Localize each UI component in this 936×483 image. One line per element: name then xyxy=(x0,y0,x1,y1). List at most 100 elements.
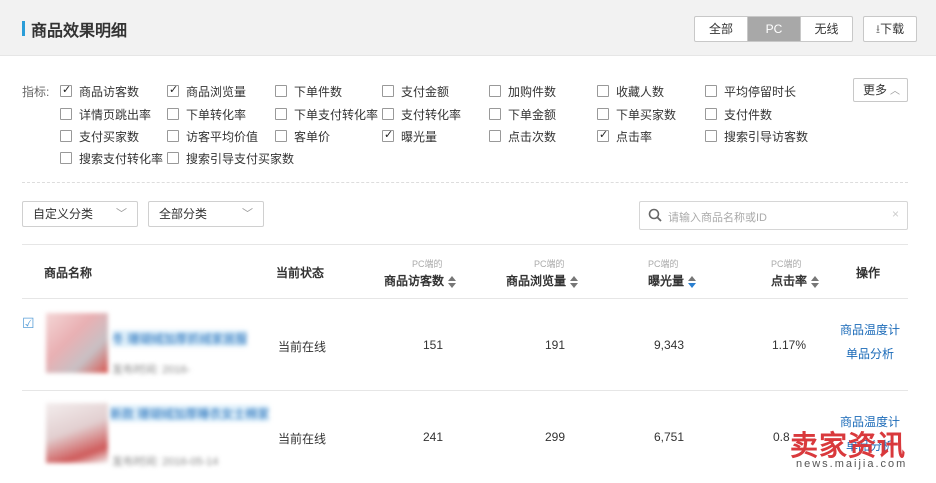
product-search-input[interactable]: 请输入商品名称或ID × xyxy=(639,201,908,230)
checkbox-unchecked-icon[interactable] xyxy=(60,108,72,120)
search-icon xyxy=(648,208,662,222)
metric-checkbox[interactable]: 收藏人数 xyxy=(597,83,664,99)
metric-checkbox[interactable]: 客单价 xyxy=(275,128,330,144)
metric-label: 支付买家数 xyxy=(79,129,140,144)
clear-icon[interactable]: × xyxy=(892,207,899,221)
ctr-value: 1.17% xyxy=(771,338,806,352)
search-placeholder: 请输入商品名称或ID xyxy=(668,212,767,224)
table-row: 新款 珊瑚绒加厚睡衣女士棉家 发布时间: 2016-05-14 当前在线 241… xyxy=(22,391,908,483)
views-value: 299 xyxy=(544,430,565,444)
metrics-label: 指标: xyxy=(22,85,50,99)
col-action: 操作 xyxy=(856,266,881,280)
divider xyxy=(22,182,908,183)
sort-icon[interactable] xyxy=(448,275,457,288)
metric-label: 支付件数 xyxy=(724,107,773,122)
chevron-down-icon: ﹀ xyxy=(242,208,253,220)
metric-checkbox[interactable]: 下单买家数 xyxy=(597,106,676,122)
metric-checkbox[interactable]: 平均停留时长 xyxy=(705,83,796,99)
checkbox-unchecked-icon[interactable] xyxy=(597,85,609,97)
metric-checkbox[interactable]: 曝光量 xyxy=(382,128,437,144)
metric-checkbox[interactable]: 下单件数 xyxy=(275,83,342,99)
col-ctr[interactable]: PC端的 点击率 xyxy=(771,257,820,289)
sort-icon[interactable] xyxy=(811,275,820,288)
checkbox-unchecked-icon[interactable] xyxy=(489,85,501,97)
metric-checkbox[interactable]: 支付买家数 xyxy=(60,128,139,144)
checkbox-unchecked-icon[interactable] xyxy=(705,108,717,120)
checkbox-checked-icon[interactable] xyxy=(60,83,72,97)
metric-label: 搜索引导支付买家数 xyxy=(186,151,295,166)
col-product-name: 商品名称 xyxy=(44,266,93,280)
metric-checkbox[interactable]: 访客平均价值 xyxy=(167,128,258,144)
metric-checkbox[interactable]: 下单转化率 xyxy=(167,106,246,122)
checkbox-unchecked-icon[interactable] xyxy=(167,108,179,120)
metric-checkbox[interactable]: 下单金额 xyxy=(489,106,556,122)
checkbox-unchecked-icon[interactable] xyxy=(275,85,287,97)
download-button[interactable]: ⭳下载 xyxy=(863,16,917,42)
selected-check-icon[interactable]: ☑ xyxy=(22,315,35,332)
col-visitors[interactable]: PC端的 商品访客数 xyxy=(384,257,457,289)
metric-label: 收藏人数 xyxy=(616,84,665,99)
all-category-dropdown[interactable]: 全部分类 ﹀ xyxy=(148,201,264,227)
metric-checkbox[interactable]: 详情页跳出率 xyxy=(60,106,151,122)
more-metrics-button[interactable]: 更多 ︿ xyxy=(853,78,908,102)
sort-icon[interactable] xyxy=(688,275,697,288)
checkbox-unchecked-icon[interactable] xyxy=(275,108,287,120)
metric-checkbox[interactable]: 下单支付转化率 xyxy=(275,106,378,122)
col-status: 当前状态 xyxy=(276,266,325,280)
metric-checkbox[interactable]: 搜索支付转化率 xyxy=(60,150,163,166)
metric-label: 下单件数 xyxy=(294,84,343,99)
title-accent-bar xyxy=(22,21,25,36)
checkbox-unchecked-icon[interactable] xyxy=(382,85,394,97)
metric-checkbox[interactable]: 点击次数 xyxy=(489,128,556,144)
metric-checkbox[interactable]: 支付金额 xyxy=(382,83,449,99)
checkbox-checked-icon[interactable] xyxy=(167,83,179,97)
metric-checkbox[interactable]: 搜索引导支付买家数 xyxy=(167,150,294,166)
metric-checkbox[interactable]: 商品浏览量 xyxy=(167,83,246,99)
metric-label: 商品访客数 xyxy=(79,84,140,99)
table-row: ☑ 冬 珊瑚绒加厚抓绒家居服 发布时间: 2016- 当前在线 151 191 … xyxy=(22,299,908,391)
custom-category-dropdown[interactable]: 自定义分类 ﹀ xyxy=(22,201,138,227)
metric-label: 平均停留时长 xyxy=(724,84,797,99)
watermark-url: news.maijia.com xyxy=(796,458,908,470)
checkbox-unchecked-icon[interactable] xyxy=(60,152,72,164)
section-header: 商品效果明细 全部 PC 无线 ⭳下载 xyxy=(0,0,936,56)
metric-checkbox[interactable]: 商品访客数 xyxy=(60,83,139,99)
status-text: 当前在线 xyxy=(278,432,327,446)
segment-all[interactable]: 全部 xyxy=(695,17,747,41)
chevron-down-icon: ﹀ xyxy=(116,208,127,220)
metric-checkbox[interactable]: 支付件数 xyxy=(705,106,772,122)
col-exposure[interactable]: PC端的 曝光量 xyxy=(648,257,697,289)
checkbox-unchecked-icon[interactable] xyxy=(705,130,717,142)
checkbox-unchecked-icon[interactable] xyxy=(167,130,179,142)
checkbox-unchecked-icon[interactable] xyxy=(382,108,394,120)
checkbox-unchecked-icon[interactable] xyxy=(167,152,179,164)
metric-label: 访客平均价值 xyxy=(186,129,259,144)
visitors-value: 241 xyxy=(422,430,443,444)
exposure-value: 9,343 xyxy=(653,338,684,352)
product-title-link[interactable]: 冬 珊瑚绒加厚抓绒家居服 xyxy=(112,330,248,347)
checkbox-checked-icon[interactable] xyxy=(382,128,394,142)
sort-icon[interactable] xyxy=(570,275,579,288)
metric-checkbox[interactable]: 搜索引导访客数 xyxy=(705,128,808,144)
product-thermometer-link[interactable]: 商品温度计 xyxy=(840,321,900,338)
checkbox-unchecked-icon[interactable] xyxy=(489,108,501,120)
segment-pc[interactable]: PC xyxy=(747,17,800,41)
checkbox-unchecked-icon[interactable] xyxy=(705,85,717,97)
metric-checkbox[interactable]: 点击率 xyxy=(597,128,652,144)
checkbox-unchecked-icon[interactable] xyxy=(489,130,501,142)
metric-label: 曝光量 xyxy=(401,129,438,144)
checkbox-unchecked-icon[interactable] xyxy=(597,108,609,120)
metric-label: 点击次数 xyxy=(508,129,557,144)
checkbox-checked-icon[interactable] xyxy=(597,128,609,142)
product-title-link[interactable]: 新款 珊瑚绒加厚睡衣女士棉家 xyxy=(110,405,270,422)
product-thumbnail[interactable] xyxy=(46,313,108,373)
metric-checkbox[interactable]: 加购件数 xyxy=(489,83,556,99)
col-views[interactable]: PC端的 商品浏览量 xyxy=(506,257,579,289)
metric-checkbox[interactable]: 支付转化率 xyxy=(382,106,461,122)
table-header: 商品名称 当前状态 PC端的 商品访客数 PC端的 商品浏览量 PC端的 曝光量… xyxy=(22,244,908,299)
checkbox-unchecked-icon[interactable] xyxy=(275,130,287,142)
single-item-analysis-link[interactable]: 单品分析 xyxy=(846,345,894,362)
product-thumbnail[interactable] xyxy=(46,403,108,463)
checkbox-unchecked-icon[interactable] xyxy=(60,130,72,142)
segment-wireless[interactable]: 无线 xyxy=(800,17,852,41)
